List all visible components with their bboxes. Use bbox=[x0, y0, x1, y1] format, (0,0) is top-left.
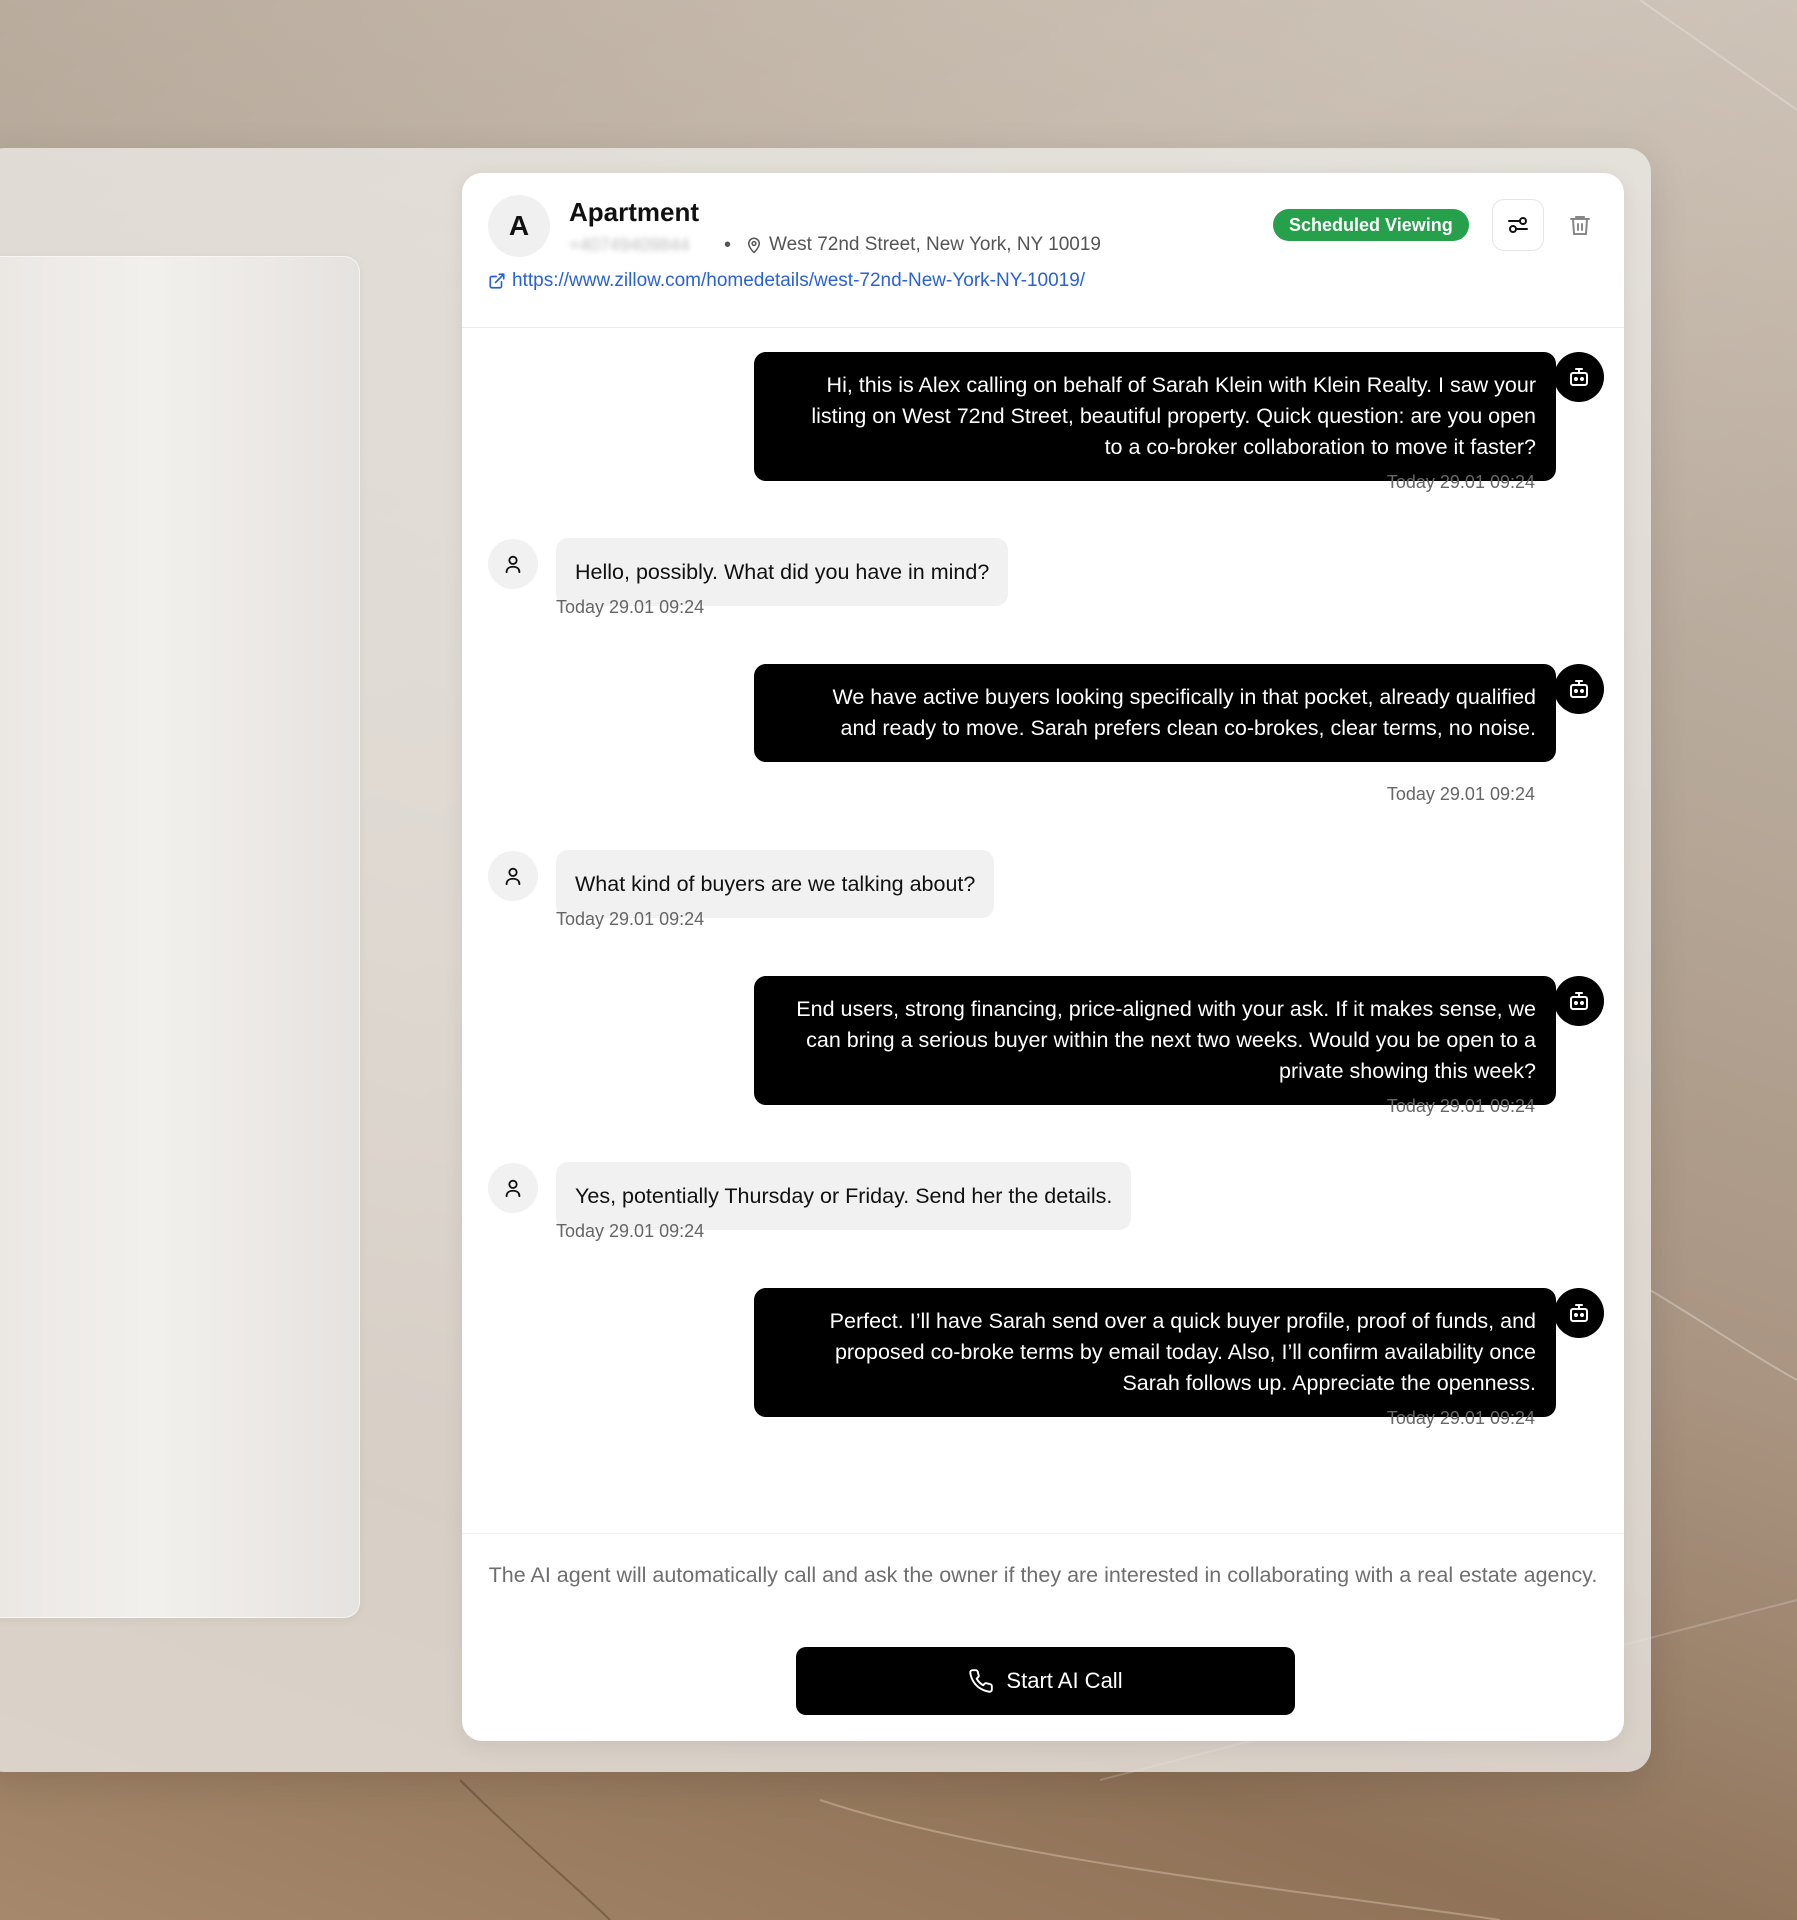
listing-header: A Apartment +40749409844 • West 72nd Str… bbox=[462, 173, 1624, 328]
user-icon bbox=[505, 1179, 521, 1198]
owner-message: Yes, potentially Thursday or Friday. Sen… bbox=[556, 1162, 1132, 1230]
agent-avatar bbox=[1554, 1288, 1604, 1338]
external-link-icon bbox=[489, 273, 505, 289]
agent-message: We have active buyers looking specifical… bbox=[754, 664, 1556, 762]
robot-icon bbox=[1570, 680, 1588, 698]
listing-avatar: A bbox=[488, 195, 550, 257]
agent-avatar bbox=[1554, 664, 1604, 714]
agent-message: Hi, this is Alex calling on behalf of Sa… bbox=[754, 352, 1556, 481]
status-badge: Scheduled Viewing bbox=[1273, 209, 1469, 241]
agent-message: End users, strong financing, price-align… bbox=[754, 976, 1556, 1105]
start-ai-call-label: Start AI Call bbox=[1006, 1668, 1123, 1693]
owner-message: What kind of buyers are we talking about… bbox=[556, 850, 995, 918]
conversation-card: A Apartment +40749409844 • West 72nd Str… bbox=[462, 173, 1624, 1741]
robot-icon bbox=[1570, 368, 1588, 386]
delete-button[interactable] bbox=[1566, 211, 1594, 239]
listing-title: Apartment bbox=[569, 197, 700, 227]
settings-button[interactable] bbox=[1492, 199, 1544, 251]
message-timestamp: Today 29.01 09:24 bbox=[1386, 1408, 1535, 1428]
side-panel bbox=[0, 256, 360, 1618]
owner-avatar bbox=[488, 539, 538, 589]
sliders-icon bbox=[1508, 217, 1528, 233]
trash-icon bbox=[1570, 216, 1590, 235]
user-icon bbox=[505, 555, 521, 574]
start-ai-call-button[interactable]: Start AI Call bbox=[796, 1647, 1295, 1715]
listing-link-row: https://www.zillow.com/homedetails/west-… bbox=[488, 270, 1085, 292]
user-icon bbox=[505, 867, 521, 886]
listing-address: West 72nd Street, New York, NY 10019 bbox=[769, 234, 1101, 255]
owner-avatar bbox=[488, 851, 538, 901]
message-timestamp: Today 29.01 09:24 bbox=[1386, 472, 1535, 492]
message-timestamp: Today 29.01 09:24 bbox=[1386, 784, 1535, 804]
owner-avatar bbox=[488, 1163, 538, 1213]
robot-icon bbox=[1570, 992, 1588, 1010]
listing-url-link[interactable]: https://www.zillow.com/homedetails/west-… bbox=[512, 270, 1085, 292]
agent-avatar bbox=[1554, 976, 1604, 1026]
phone-icon bbox=[969, 1669, 994, 1693]
owner-message: Hello, possibly. What did you have in mi… bbox=[556, 538, 1009, 606]
message-timestamp: Today 29.01 09:24 bbox=[1386, 1096, 1535, 1116]
message-timestamp: Today 29.01 09:24 bbox=[556, 1221, 705, 1241]
message-timestamp: Today 29.01 09:24 bbox=[556, 597, 705, 617]
message-timestamp: Today 29.01 09:24 bbox=[556, 909, 705, 929]
meta-separator: • bbox=[724, 234, 732, 256]
agent-avatar bbox=[1554, 352, 1604, 402]
message-list: Hi, this is Alex calling on behalf of Sa… bbox=[462, 328, 1624, 1706]
map-pin-icon bbox=[748, 237, 760, 254]
listing-phone: +40749409844 bbox=[569, 235, 690, 255]
footer-note: The AI agent will automatically call and… bbox=[488, 1563, 1598, 1587]
agent-message: Perfect. I’ll have Sarah send over a qui… bbox=[754, 1288, 1556, 1417]
robot-icon bbox=[1570, 1304, 1588, 1322]
